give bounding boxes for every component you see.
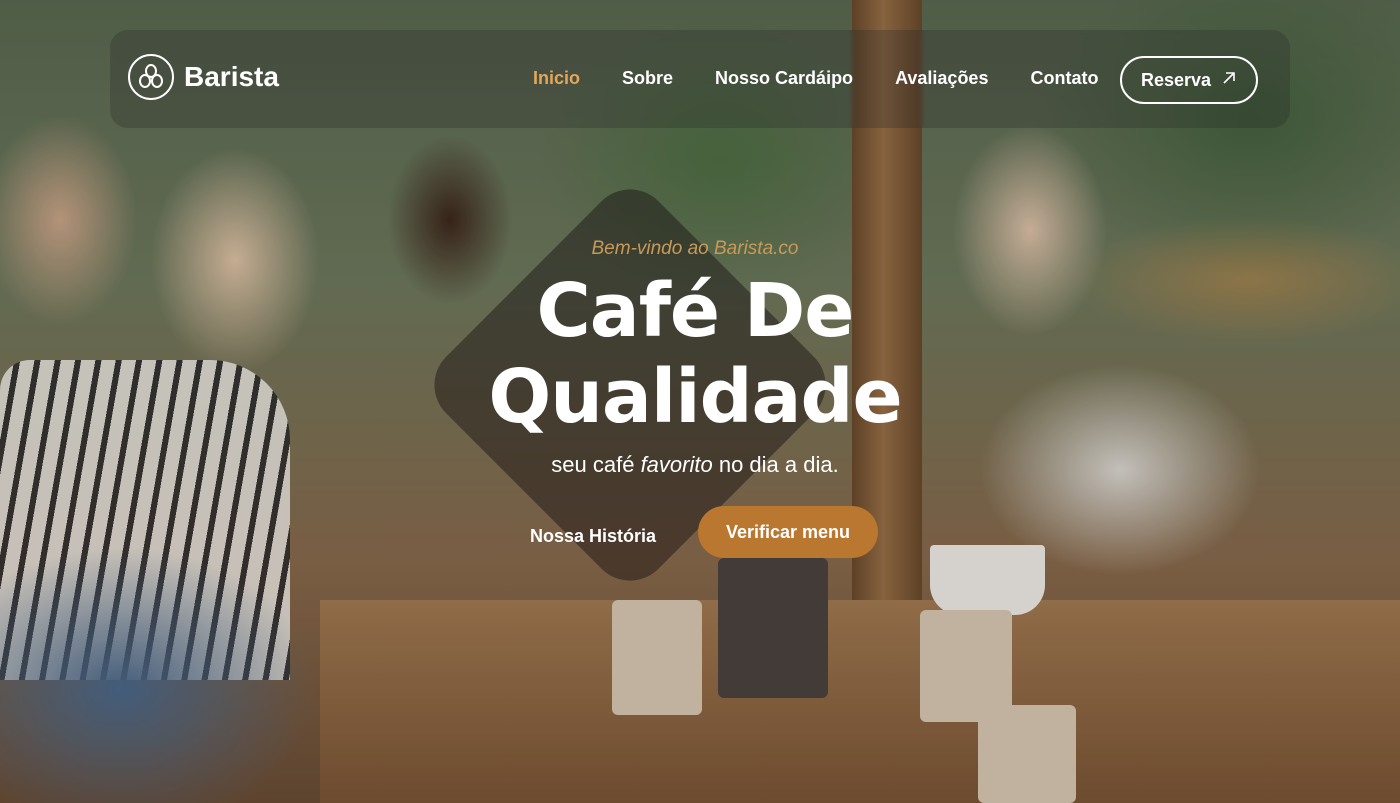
nav-menu: Inicio Sobre Nosso Cardáipo Avaliações C… [533, 68, 1140, 89]
nav-item-sobre[interactable]: Sobre [622, 68, 673, 89]
hero-subtitle-prefix: seu café [551, 452, 641, 477]
hero-title-line1: Café De [536, 268, 854, 354]
hero-content: Bem-vindo ao Barista.co Café De Qualidad… [400, 238, 990, 478]
arrow-up-right-icon [1221, 70, 1237, 91]
hero-subtitle: seu café favorito no dia a dia. [400, 452, 990, 478]
brand-name: Barista [184, 61, 279, 92]
hero-subtitle-emphasis: favorito [640, 452, 713, 477]
our-history-button[interactable]: Nossa História [530, 526, 656, 547]
nav-item-inicio[interactable]: Inicio [533, 68, 580, 89]
brand-logo-link[interactable]: Barista [128, 54, 279, 100]
coffee-beans-logo-icon [128, 54, 174, 100]
nav-item-avaliacoes[interactable]: Avaliações [895, 68, 988, 89]
nav-item-cardapio[interactable]: Nosso Cardáipo [715, 68, 853, 89]
nav-item-contato[interactable]: Contato [1030, 68, 1098, 89]
reserve-button[interactable]: Reserva [1120, 56, 1258, 104]
hero-title-line2: Qualidade [488, 354, 902, 440]
reserve-button-label: Reserva [1140, 69, 1212, 90]
hero-subtitle-suffix: no dia a dia. [712, 452, 839, 477]
hero-welcome-text: Bem-vindo ao Barista.co [591, 238, 799, 259]
check-menu-button[interactable]: Verificar menu [698, 506, 878, 558]
hero-title: Café De Qualidade [400, 268, 990, 440]
